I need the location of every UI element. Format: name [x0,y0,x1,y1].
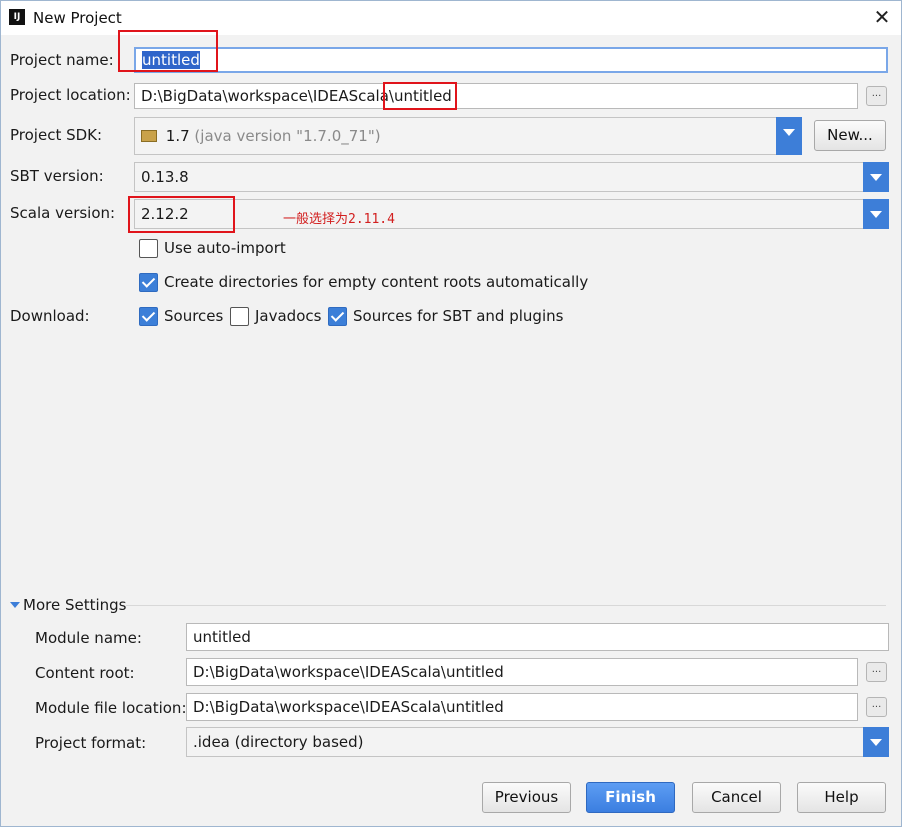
scala-version-annotation: 一般选择为2.11.4 [283,212,395,227]
dialog-title: New Project [33,9,122,27]
create-directories-checkbox[interactable] [139,273,158,292]
use-auto-import-label[interactable]: Use auto-import [164,239,286,257]
sources-checkbox[interactable] [139,307,158,326]
project-location-browse-button[interactable]: ... [866,86,887,106]
close-icon[interactable]: ✕ [871,5,893,29]
module-name-label: Module name: [35,629,142,647]
new-project-dialog: IJ New Project ✕ Project name: untitled … [0,0,902,827]
project-sdk-label: Project SDK: [10,126,103,144]
scala-version-label: Scala version: [10,204,116,222]
sbt-version-dropdown[interactable]: 0.13.8 [134,162,889,192]
chevron-down-icon[interactable] [863,727,889,757]
create-directories-label[interactable]: Create directories for empty content roo… [164,273,588,291]
more-settings-divider [126,605,886,606]
help-button[interactable]: Help [797,782,886,813]
project-sdk-version: 1.7 [165,127,190,145]
previous-button[interactable]: Previous [482,782,571,813]
collapse-triangle-icon[interactable] [10,602,20,608]
module-file-location-label: Module file location: [35,699,187,717]
sbt-sources-checkbox[interactable] [328,307,347,326]
content-root-input[interactable]: D:\BigData\workspace\IDEAScala\untitled [186,658,858,686]
use-auto-import-checkbox[interactable] [139,239,158,258]
sbt-version-label: SBT version: [10,167,104,185]
intellij-app-icon: IJ [9,9,25,25]
project-format-label: Project format: [35,734,147,752]
sdk-folder-icon [141,130,157,142]
module-name-input[interactable]: untitled [186,623,889,651]
project-location-input[interactable]: D:\BigData\workspace\IDEAScala\untitled [134,83,858,109]
annotation-box-scala-version [128,196,235,233]
scala-version-dropdown[interactable]: 2.12.2 [134,199,889,229]
chevron-down-icon[interactable] [863,199,889,229]
annotation-box-project-name [118,30,218,72]
download-label: Download: [10,307,90,325]
new-sdk-button[interactable]: New... [814,120,886,151]
module-file-location-browse-button[interactable]: ... [866,697,887,717]
module-file-location-input[interactable]: D:\BigData\workspace\IDEAScala\untitled [186,693,858,721]
project-format-value: .idea (directory based) [193,733,364,751]
project-sdk-dropdown[interactable]: 1.7 (java version "1.7.0_71") [134,117,802,155]
project-format-dropdown[interactable]: .idea (directory based) [186,727,889,757]
sources-label[interactable]: Sources [164,307,223,325]
annotation-box-location-suffix [383,82,457,110]
content-root-label: Content root: [35,664,135,682]
javadocs-label[interactable]: Javadocs [255,307,321,325]
more-settings-toggle[interactable]: More Settings [23,596,126,614]
project-name-label: Project name: [10,51,114,69]
cancel-button[interactable]: Cancel [692,782,781,813]
javadocs-checkbox[interactable] [230,307,249,326]
finish-button[interactable]: Finish [586,782,675,813]
content-root-browse-button[interactable]: ... [866,662,887,682]
project-name-input[interactable]: untitled [134,47,888,73]
sbt-sources-label[interactable]: Sources for SBT and plugins [353,307,563,325]
project-location-label: Project location: [10,86,131,104]
project-location-prefix: D:\BigData\workspace\IDEAScala\ [141,87,394,105]
sbt-version-value: 0.13.8 [141,168,189,186]
chevron-down-icon[interactable] [776,117,802,155]
project-sdk-detail: (java version "1.7.0_71") [194,127,381,145]
chevron-down-icon[interactable] [863,162,889,192]
